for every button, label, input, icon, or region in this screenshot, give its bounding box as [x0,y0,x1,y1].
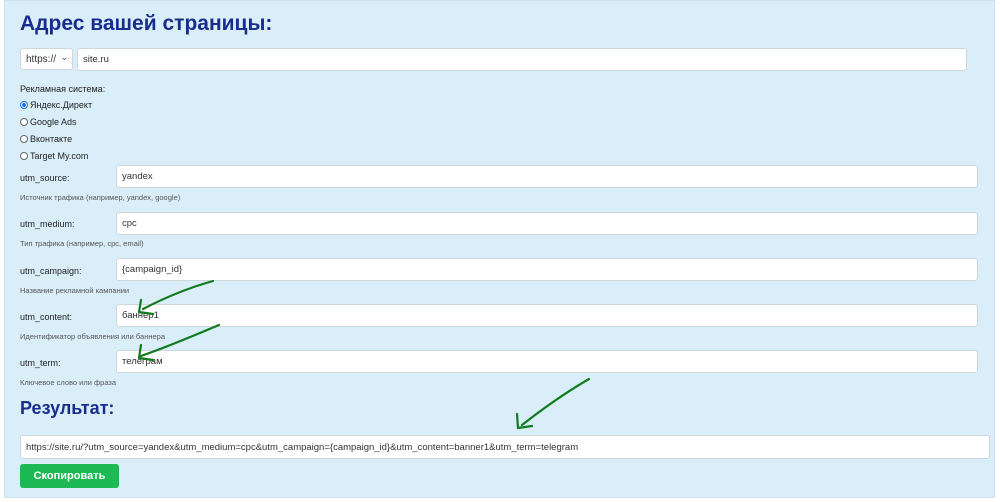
utm-medium-label: utm_medium: [20,219,75,229]
radio-vkontakte[interactable]: Вконтакте [20,134,72,144]
protocol-select[interactable]: https:// ⌄ [20,48,73,70]
radio-google-ads[interactable]: Google Ads [20,117,77,127]
utm-campaign-hint: Название рекламной кампании [20,286,130,295]
utm-source-input[interactable]: yandex [116,165,978,188]
page-address-heading: Адрес вашей страницы: [20,12,273,35]
radio-target-mycom[interactable]: Target My.com [20,151,88,161]
result-url-field[interactable]: https://site.ru/?utm_source=yandex&utm_m… [20,435,990,459]
radio-label: Яндекс.Директ [30,100,93,110]
utm-medium-hint: Тип трафика (например, cpc, email) [20,239,144,248]
radio-label: Target My.com [30,151,89,161]
ad-system-label: Рекламная система: [20,84,106,94]
protocol-value: https:// [26,53,57,65]
radio-icon[interactable] [20,152,28,160]
radio-label: Google Ads [30,117,77,127]
chevron-down-icon: ⌄ [60,52,68,62]
site-input[interactable]: site.ru [77,48,967,71]
radio-icon[interactable] [20,135,28,143]
utm-term-input[interactable]: телеграм [116,350,978,373]
utm-medium-input[interactable]: cpc [116,212,978,235]
radio-icon[interactable] [20,118,28,126]
utm-campaign-label: utm_campaign: [20,266,82,276]
radio-checked-icon[interactable] [20,101,28,109]
utm-term-label: utm_term: [20,358,61,368]
utm-term-hint: Ключевое слово или фраза [20,378,117,387]
utm-content-label: utm_content: [20,312,73,322]
utm-content-hint: Идентификатор объявления или баннера [20,332,166,341]
radio-label: Вконтакте [30,134,73,144]
utm-content-input[interactable]: баннер1 [116,304,978,327]
utm-source-hint: Источник трафика (например, yandex, goog… [20,193,181,202]
utm-source-label: utm_source: [20,173,70,183]
radio-yandex-direct[interactable]: Яндекс.Директ [20,100,92,110]
result-heading: Результат: [20,398,115,418]
copy-button[interactable]: Скопировать [20,464,119,488]
utm-campaign-input[interactable]: {campaign_id} [116,258,978,281]
utm-builder-panel: Адрес вашей страницы: https:// ⌄ site.ru… [4,0,995,498]
